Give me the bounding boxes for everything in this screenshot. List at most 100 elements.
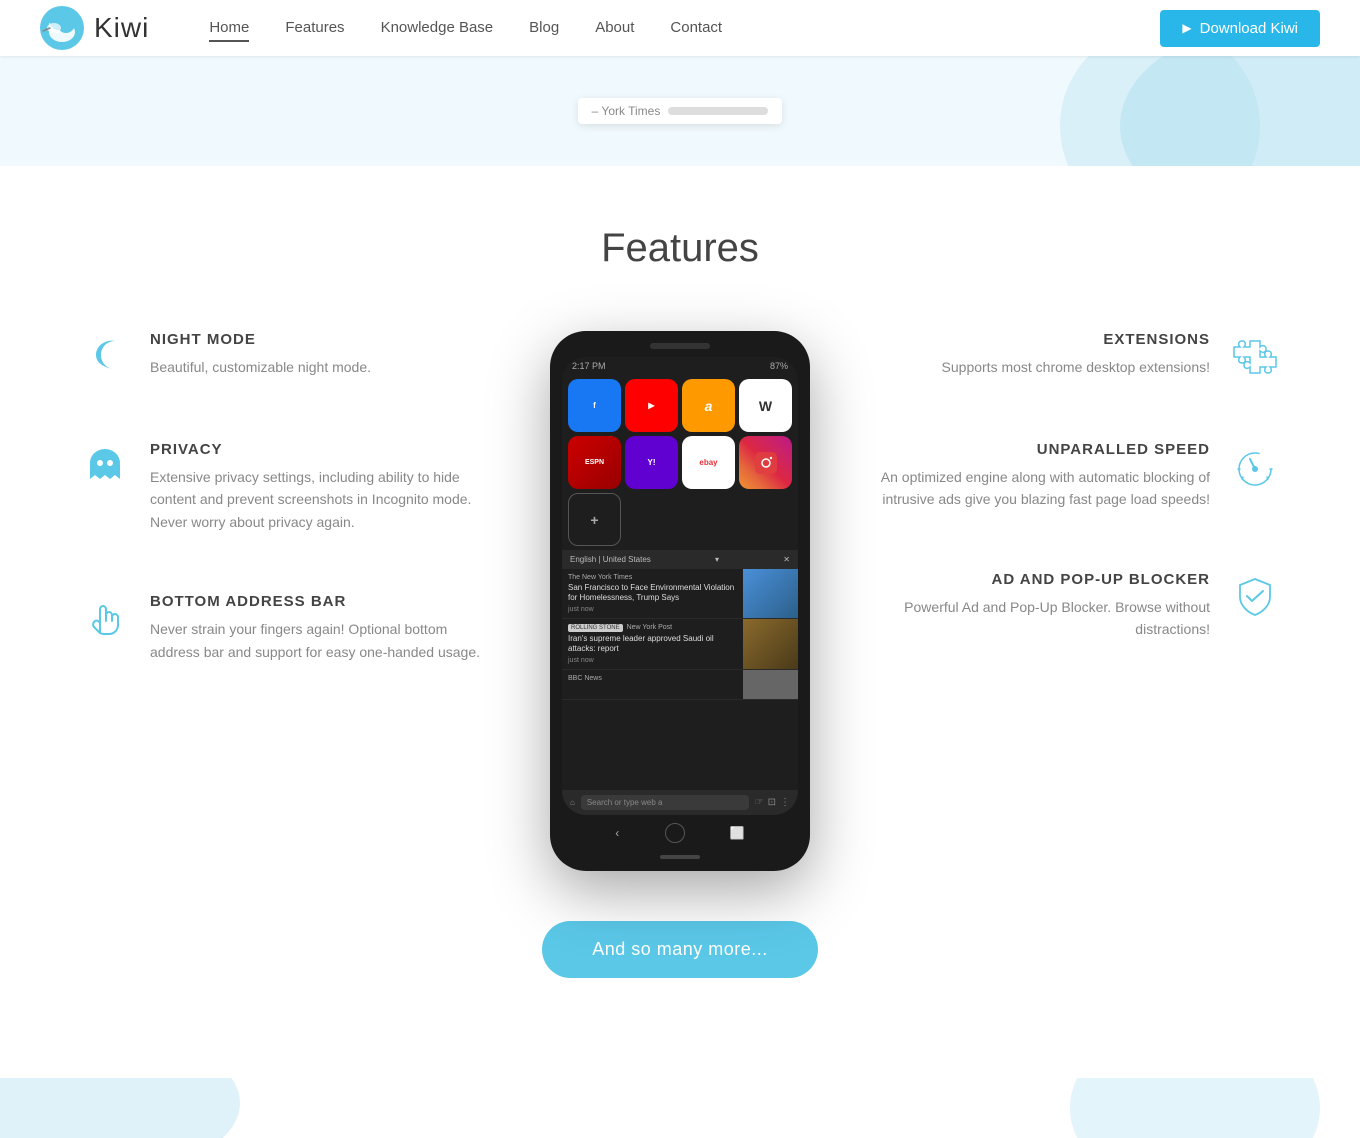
nyt-text: – York Times xyxy=(592,104,661,118)
phone-language: English | United States xyxy=(570,555,651,564)
more-button[interactable]: And so many more... xyxy=(542,921,818,978)
kiwi-bird-icon xyxy=(40,6,84,50)
nav-link-about[interactable]: About xyxy=(595,19,634,38)
phone-battery: 87% xyxy=(770,361,788,371)
bottom-bar-desc: Never strain your fingers again! Optiona… xyxy=(150,618,490,663)
download-button-label: Download Kiwi xyxy=(1200,20,1298,37)
speed-desc: An optimized engine along with automatic… xyxy=(870,466,1210,511)
hand-icon xyxy=(80,593,130,643)
news-source-1: The New York Times xyxy=(568,574,737,581)
more-button-container: And so many more... xyxy=(80,921,1280,978)
nav-back-icon: ‹ xyxy=(615,826,619,840)
feature-privacy: PRIVACY Extensive privacy settings, incl… xyxy=(80,441,490,533)
news-text-3: BBC News xyxy=(562,670,743,699)
features-left: NIGHT MODE Beautiful, customizable night… xyxy=(80,331,490,663)
phone-time: 2:17 PM xyxy=(572,361,606,371)
nav-home-icon xyxy=(665,823,685,843)
nav-recents-icon: ⬜ xyxy=(730,826,745,840)
hero-shape-right2 xyxy=(1060,56,1260,166)
navbar-logo[interactable]: Kiwi xyxy=(40,6,149,50)
navbar-logo-text: Kiwi xyxy=(94,12,149,44)
blocker-desc: Powerful Ad and Pop-Up Blocker. Browse w… xyxy=(870,596,1210,641)
bottom-bar-text: BOTTOM ADDRESS BAR Never strain your fin… xyxy=(150,593,490,663)
news-headline-1: San Francisco to Face Environmental Viol… xyxy=(568,583,737,604)
news-item-2: ROLLING STONE New York Post Iran's supre… xyxy=(562,619,798,670)
nav-link-blog[interactable]: Blog xyxy=(529,19,559,38)
privacy-title: PRIVACY xyxy=(150,441,490,458)
urlbar-tab-icon: ⊡ xyxy=(768,797,776,808)
wave-shape-left xyxy=(0,1078,240,1138)
features-right: EXTENSIONS Supports most chrome desktop … xyxy=(870,331,1280,641)
puzzle-icon xyxy=(1230,331,1280,381)
news-thumb-2 xyxy=(743,619,798,669)
navbar-links: Home Features Knowledge Base Blog About … xyxy=(209,19,722,38)
phone-screen: 2:17 PM 87% f ▶ a W ESPN Y! ebay xyxy=(562,357,798,815)
news-time-1: just now xyxy=(568,606,737,613)
phone-speaker xyxy=(650,343,710,349)
news-thumb-1 xyxy=(743,569,798,618)
feature-blocker: AD AND POP-UP BLOCKER Powerful Ad and Po… xyxy=(870,571,1280,641)
news-item-3: BBC News xyxy=(562,670,798,700)
phone-home-icon: ⌂ xyxy=(570,798,575,807)
phone-container: 2:17 PM 87% f ▶ a W ESPN Y! ebay xyxy=(550,331,810,871)
extensions-title: EXTENSIONS xyxy=(942,331,1210,348)
news-text-1: The New York Times San Francisco to Face… xyxy=(562,569,743,618)
urlbar-icons: ☞ ⊡ ⋮ xyxy=(755,797,790,808)
app-add: + xyxy=(568,493,621,546)
phone-url-placeholder: Search or type web a xyxy=(587,798,663,807)
privacy-text: PRIVACY Extensive privacy settings, incl… xyxy=(150,441,490,533)
blocker-title: AD AND POP-UP BLOCKER xyxy=(870,571,1210,588)
phone-url-input: Search or type web a xyxy=(581,795,749,810)
phone-status-bar: 2:17 PM 87% xyxy=(562,357,798,375)
play-icon: ▶ xyxy=(1182,21,1191,35)
ghost-icon xyxy=(80,441,130,491)
extensions-text: EXTENSIONS Supports most chrome desktop … xyxy=(942,331,1210,378)
app-ebay: ebay xyxy=(682,436,735,489)
features-section: Features NIGHT MODE Beautiful, customiza… xyxy=(0,166,1360,1058)
news-headline-2: Iran's supreme leader approved Saudi oil… xyxy=(568,634,737,655)
app-youtube: ▶ xyxy=(625,379,678,432)
feature-bottom-bar: BOTTOM ADDRESS BAR Never strain your fin… xyxy=(80,593,490,663)
feature-night-mode: NIGHT MODE Beautiful, customizable night… xyxy=(80,331,490,381)
phone-urlbar: ⌂ Search or type web a ☞ ⊡ ⋮ xyxy=(562,790,798,815)
speed-icon xyxy=(1230,441,1280,491)
feature-speed: UNPARALLED SPEED An optimized engine alo… xyxy=(870,441,1280,511)
news-thumb-3 xyxy=(743,670,798,699)
navbar: Kiwi Home Features Knowledge Base Blog A… xyxy=(0,0,1360,56)
phone-language-icon: ▾ xyxy=(715,555,719,564)
moon-icon xyxy=(80,331,130,381)
nav-link-contact[interactable]: Contact xyxy=(670,19,722,38)
download-button[interactable]: ▶ Download Kiwi xyxy=(1160,10,1320,47)
news-source-3: BBC News xyxy=(568,675,737,682)
phone-news: The New York Times San Francisco to Face… xyxy=(562,569,798,790)
night-mode-text: NIGHT MODE Beautiful, customizable night… xyxy=(150,331,371,378)
urlbar-cursor-icon: ☞ xyxy=(755,797,764,808)
app-amazon: a xyxy=(682,379,735,432)
app-espn: ESPN xyxy=(568,436,621,489)
news-time-2: just now xyxy=(568,657,737,664)
news-item-1: The New York Times San Francisco to Face… xyxy=(562,569,798,619)
phone-apps-grid: f ▶ a W ESPN Y! ebay + xyxy=(562,375,798,550)
speed-text: UNPARALLED SPEED An optimized engine alo… xyxy=(870,441,1210,511)
nyt-mockup: – York Times xyxy=(578,98,783,124)
nav-link-features[interactable]: Features xyxy=(285,19,344,38)
phone-close-icon: ✕ xyxy=(783,555,790,564)
app-instagram xyxy=(739,436,792,489)
nav-link-home[interactable]: Home xyxy=(209,19,249,38)
app-facebook: f xyxy=(568,379,621,432)
features-title: Features xyxy=(80,226,1280,271)
news-text-2: ROLLING STONE New York Post Iran's supre… xyxy=(562,619,743,669)
phone-language-bar: English | United States ▾ ✕ xyxy=(562,550,798,569)
phone-mockup: 2:17 PM 87% f ▶ a W ESPN Y! ebay xyxy=(550,331,810,871)
nav-link-knowledge-base[interactable]: Knowledge Base xyxy=(381,19,494,38)
night-mode-desc: Beautiful, customizable night mode. xyxy=(150,356,371,378)
features-grid: NIGHT MODE Beautiful, customizable night… xyxy=(80,331,1280,871)
urlbar-menu-icon: ⋮ xyxy=(780,797,790,808)
wave-shape-right xyxy=(1070,1078,1320,1138)
extensions-desc: Supports most chrome desktop extensions! xyxy=(942,356,1210,378)
app-yahoo: Y! xyxy=(625,436,678,489)
bottom-bar-title: BOTTOM ADDRESS BAR xyxy=(150,593,490,610)
night-mode-title: NIGHT MODE xyxy=(150,331,371,348)
hero-partial: – York Times xyxy=(0,56,1360,166)
privacy-desc: Extensive privacy settings, including ab… xyxy=(150,466,490,533)
